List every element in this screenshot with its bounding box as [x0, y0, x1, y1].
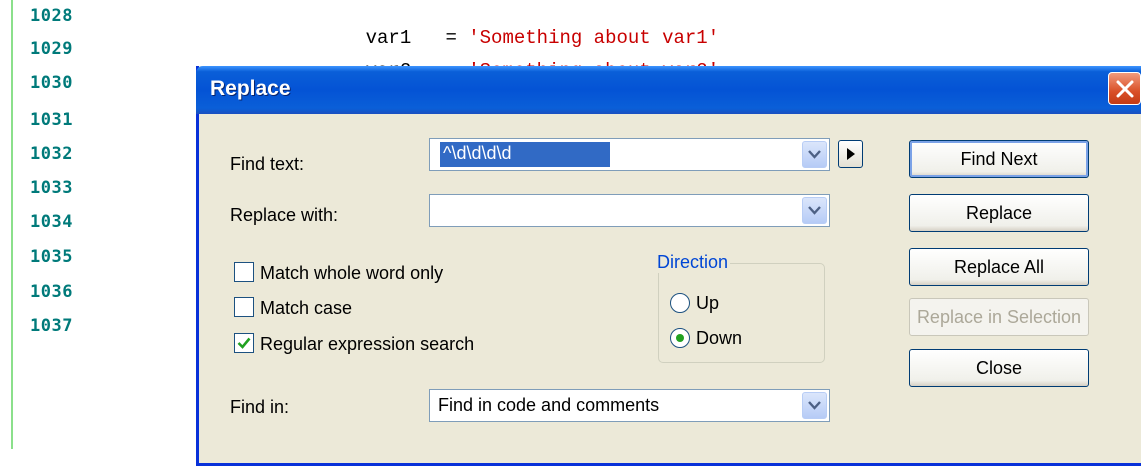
chevron-down-icon[interactable]: [802, 392, 827, 419]
dialog-title: Replace: [210, 77, 291, 100]
find-text-combobox[interactable]: ^\d\d\d\d: [429, 138, 830, 171]
chevron-down-icon[interactable]: [802, 141, 827, 168]
regex-search-checkbox[interactable]: [234, 333, 254, 353]
find-text-label: Find text:: [230, 154, 305, 174]
match-whole-word-label[interactable]: Match whole word only: [260, 263, 443, 284]
line-number: 1036: [30, 282, 73, 302]
close-button[interactable]: Close: [909, 349, 1089, 387]
play-arrow-icon: [847, 148, 855, 160]
line-number: 1029: [30, 39, 73, 59]
line-number: 1031: [30, 110, 73, 130]
replace-in-selection-button: Replace in Selection: [909, 298, 1089, 336]
regex-search-label[interactable]: Regular expression search: [260, 334, 474, 355]
chevron-down-icon[interactable]: [802, 197, 827, 224]
replace-with-label: Replace with:: [230, 205, 339, 225]
match-case-label[interactable]: Match case: [260, 298, 352, 319]
line-number: 1033: [30, 178, 73, 198]
find-in-label: Find in:: [230, 397, 290, 417]
find-in-select[interactable]: Find in code and comments: [429, 389, 830, 422]
direction-legend: Direction: [655, 252, 731, 273]
find-next-button[interactable]: Find Next: [909, 140, 1089, 178]
find-in-value: Find in code and comments: [438, 395, 660, 415]
replace-all-button[interactable]: Replace All: [909, 248, 1089, 286]
replace-button[interactable]: Replace: [909, 194, 1089, 232]
match-case-checkbox[interactable]: [234, 297, 254, 317]
checkmark-icon: [237, 337, 251, 349]
replace-dialog: Replace Find text: ^\d\d\d\d Replace wit…: [196, 66, 1141, 466]
direction-up-label[interactable]: Up: [696, 293, 719, 314]
line-number: 1034: [30, 212, 73, 232]
regex-builder-button[interactable]: [838, 140, 863, 168]
line-number: 1032: [30, 144, 73, 164]
gutter-divider: [11, 0, 13, 449]
radio-selected-dot: [676, 334, 684, 342]
direction-up-radio[interactable]: [670, 293, 690, 313]
line-number: 1028: [30, 6, 73, 26]
line-number: 1037: [30, 316, 73, 336]
selected-text: ^\d\d\d\d: [440, 142, 610, 167]
close-icon[interactable]: [1108, 72, 1141, 105]
dialog-title-bar[interactable]: Replace: [196, 66, 1141, 114]
line-number: 1035: [30, 247, 73, 267]
match-whole-word-checkbox[interactable]: [234, 262, 254, 282]
direction-down-label[interactable]: Down: [696, 328, 742, 349]
line-number: 1030: [30, 73, 73, 93]
replace-with-combobox[interactable]: [429, 194, 830, 227]
find-text-value: ^\d\d\d\d: [443, 143, 512, 163]
direction-down-radio[interactable]: [670, 328, 690, 348]
